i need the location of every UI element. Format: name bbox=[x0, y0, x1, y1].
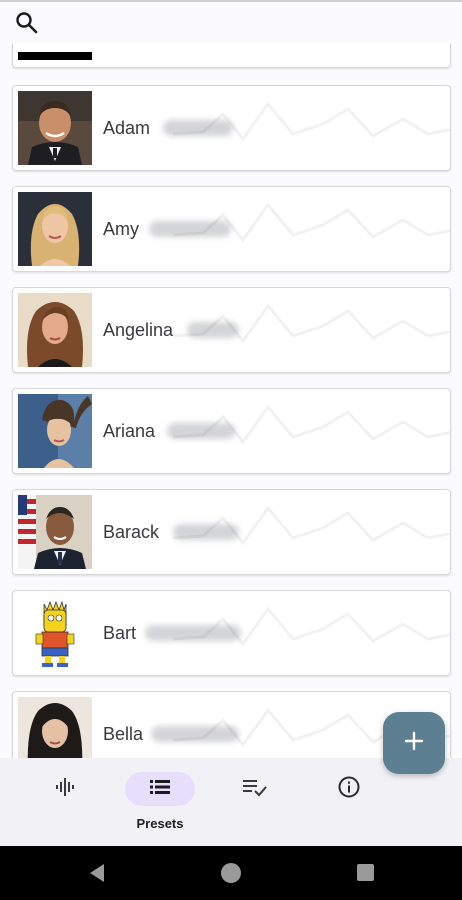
nav-item-audio[interactable] bbox=[20, 772, 110, 836]
list-item[interactable]: Amy bbox=[12, 186, 451, 272]
nav-indicator bbox=[314, 772, 384, 806]
contact-name: Amy bbox=[103, 219, 139, 239]
system-navigation-bar bbox=[0, 846, 462, 900]
avatar bbox=[18, 495, 92, 569]
nav-item-info[interactable] bbox=[304, 772, 394, 836]
contact-name: Bart bbox=[103, 623, 137, 643]
avatar-partial bbox=[18, 52, 92, 60]
avatar bbox=[18, 394, 92, 468]
top-app-bar bbox=[0, 0, 462, 44]
contact-name: Adam bbox=[103, 118, 151, 138]
list-item[interactable]: Bart bbox=[12, 590, 451, 676]
avatar bbox=[18, 293, 92, 367]
contact-name: Barack bbox=[103, 522, 160, 542]
recents-icon[interactable] bbox=[357, 864, 374, 881]
waveform-background bbox=[173, 606, 450, 647]
avatar bbox=[18, 697, 92, 758]
list-item[interactable]: Barack bbox=[12, 489, 451, 575]
waveform-icon bbox=[53, 775, 77, 804]
home-icon[interactable] bbox=[221, 863, 241, 883]
nav-indicator-active bbox=[125, 772, 195, 806]
waveform-background bbox=[173, 303, 450, 344]
info-icon bbox=[337, 775, 361, 804]
nav-indicator bbox=[220, 772, 290, 806]
contact-list[interactable]: Adam Amy Angelina Ariana Barack Bart Bel… bbox=[0, 0, 462, 758]
playlist-check-icon bbox=[242, 776, 268, 803]
list-icon bbox=[149, 778, 171, 801]
avatar bbox=[18, 91, 92, 165]
nav-item-playlist[interactable] bbox=[210, 772, 300, 836]
waveform-background bbox=[173, 101, 450, 142]
nav-item-presets[interactable]: Presets bbox=[115, 772, 205, 836]
nav-indicator bbox=[30, 772, 100, 806]
contact-name: Bella bbox=[103, 724, 144, 744]
contact-name: Angelina bbox=[103, 320, 174, 340]
list-item[interactable]: Ariana bbox=[12, 388, 451, 474]
list-item[interactable]: Adam bbox=[12, 85, 451, 171]
avatar bbox=[18, 192, 92, 266]
waveform-background bbox=[173, 505, 450, 546]
search-icon[interactable] bbox=[14, 10, 40, 36]
add-button[interactable] bbox=[383, 712, 445, 774]
avatar bbox=[18, 596, 92, 670]
app-screen: Adam Amy Angelina Ariana Barack Bart Bel… bbox=[0, 0, 462, 900]
plus-icon bbox=[403, 730, 425, 757]
nav-label-presets: Presets bbox=[136, 816, 184, 831]
contact-name: Ariana bbox=[103, 421, 156, 441]
waveform-background bbox=[173, 404, 450, 445]
waveform-background bbox=[173, 202, 450, 243]
back-icon[interactable] bbox=[88, 863, 106, 888]
list-item[interactable]: Angelina bbox=[12, 287, 451, 373]
